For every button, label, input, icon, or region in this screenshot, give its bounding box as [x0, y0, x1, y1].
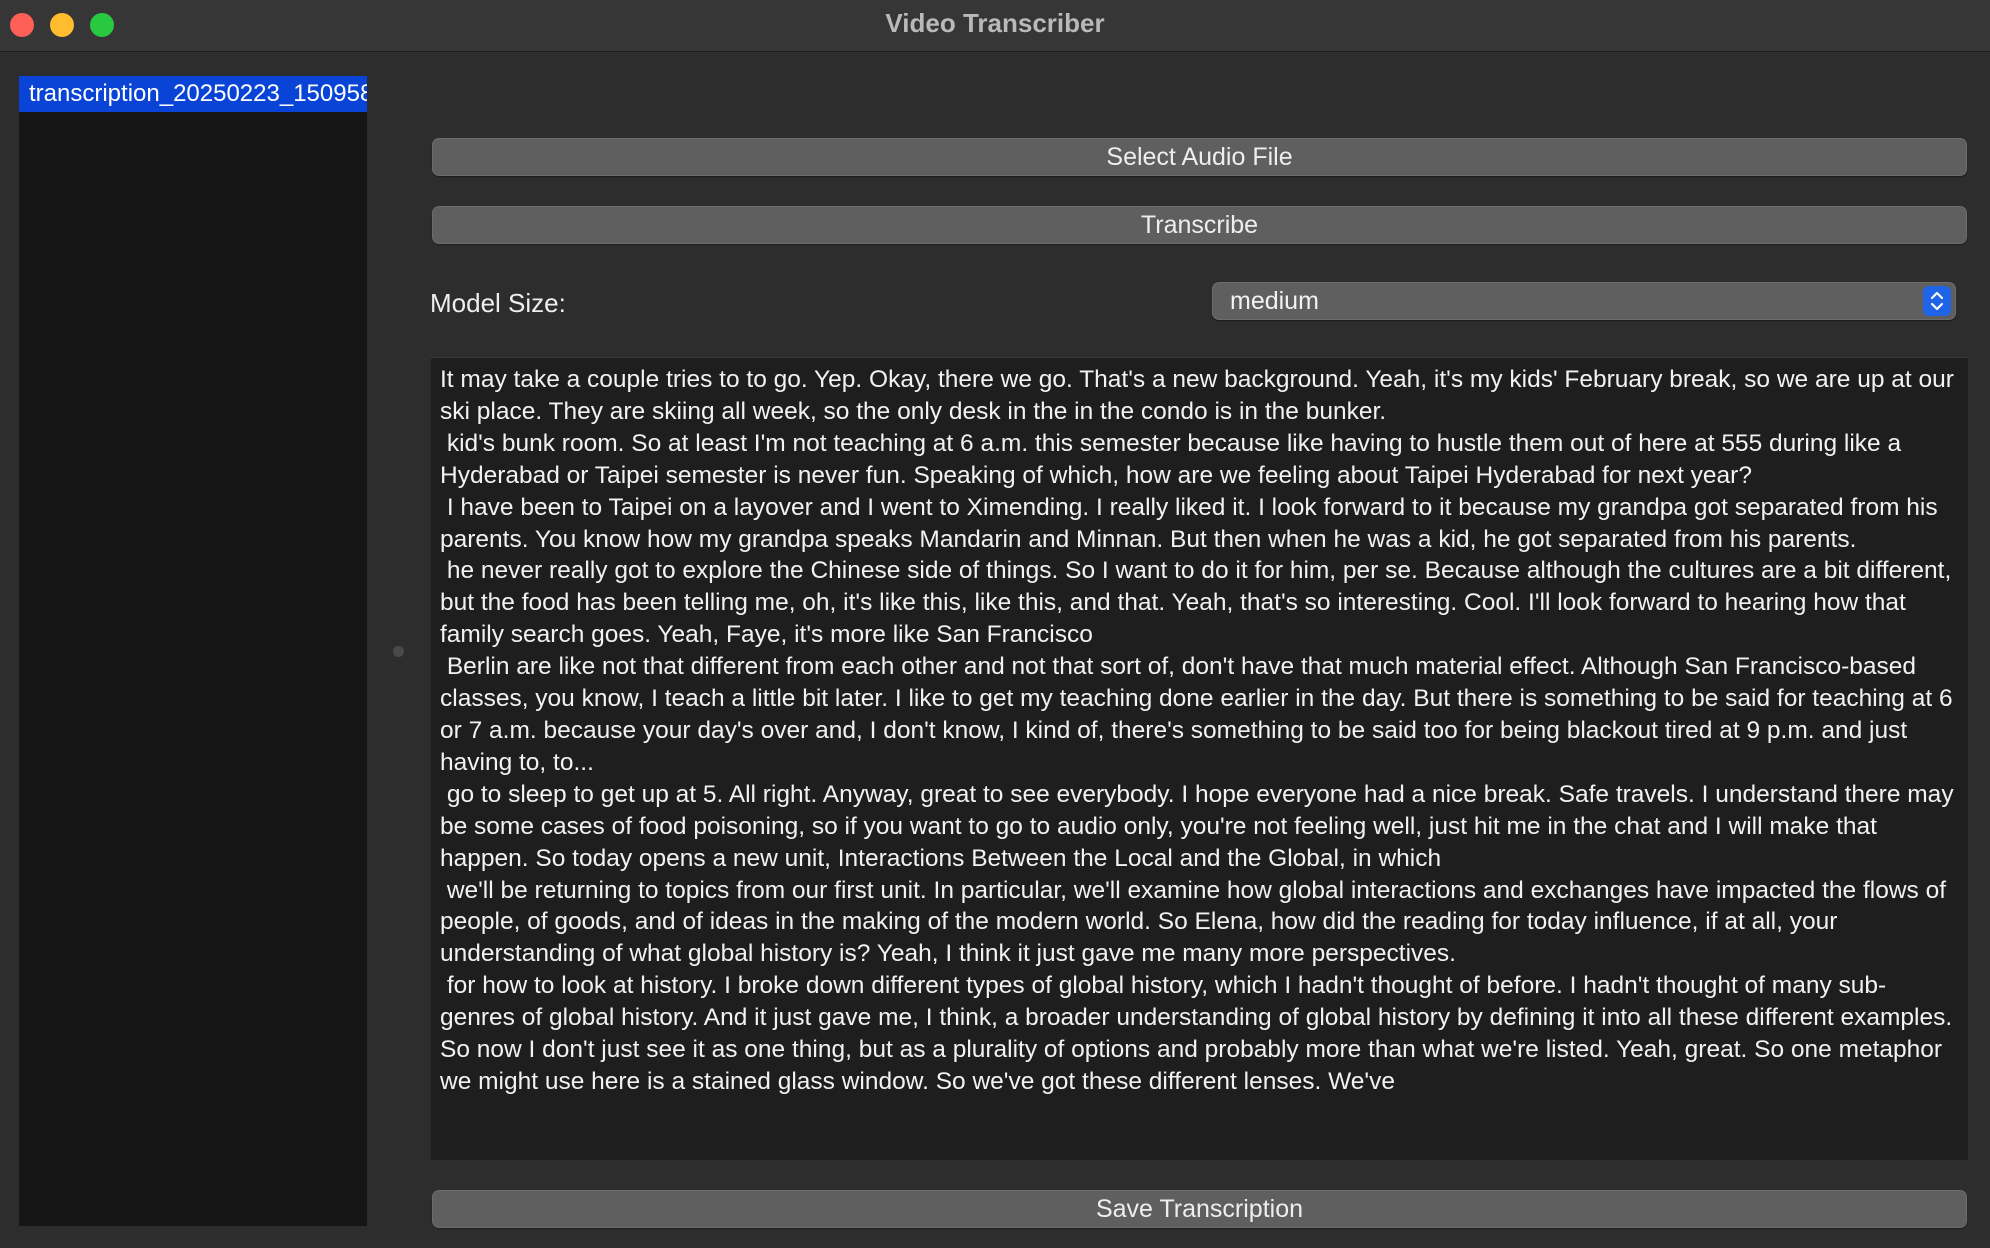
select-audio-file-button[interactable]: Select Audio File	[432, 138, 1967, 176]
app-window: Video Transcriber transcription_20250223…	[0, 0, 1990, 1248]
title-bar: Video Transcriber	[0, 0, 1990, 52]
transcription-list[interactable]: transcription_20250223_150958	[19, 76, 367, 1226]
splitter-handle[interactable]	[393, 646, 404, 657]
chevron-up-down-icon	[1923, 286, 1951, 316]
window-title: Video Transcriber	[885, 8, 1105, 38]
model-size-value: medium	[1230, 287, 1319, 315]
transcription-text-area[interactable]: It may take a couple tries to to go. Yep…	[431, 357, 1968, 1160]
transcription-list-item[interactable]: transcription_20250223_150958	[19, 76, 367, 112]
model-size-select[interactable]: medium	[1212, 282, 1956, 320]
save-transcription-button[interactable]: Save Transcription	[432, 1190, 1967, 1228]
transcribe-button[interactable]: Transcribe	[432, 206, 1967, 244]
model-size-label: Model Size:	[430, 288, 566, 318]
